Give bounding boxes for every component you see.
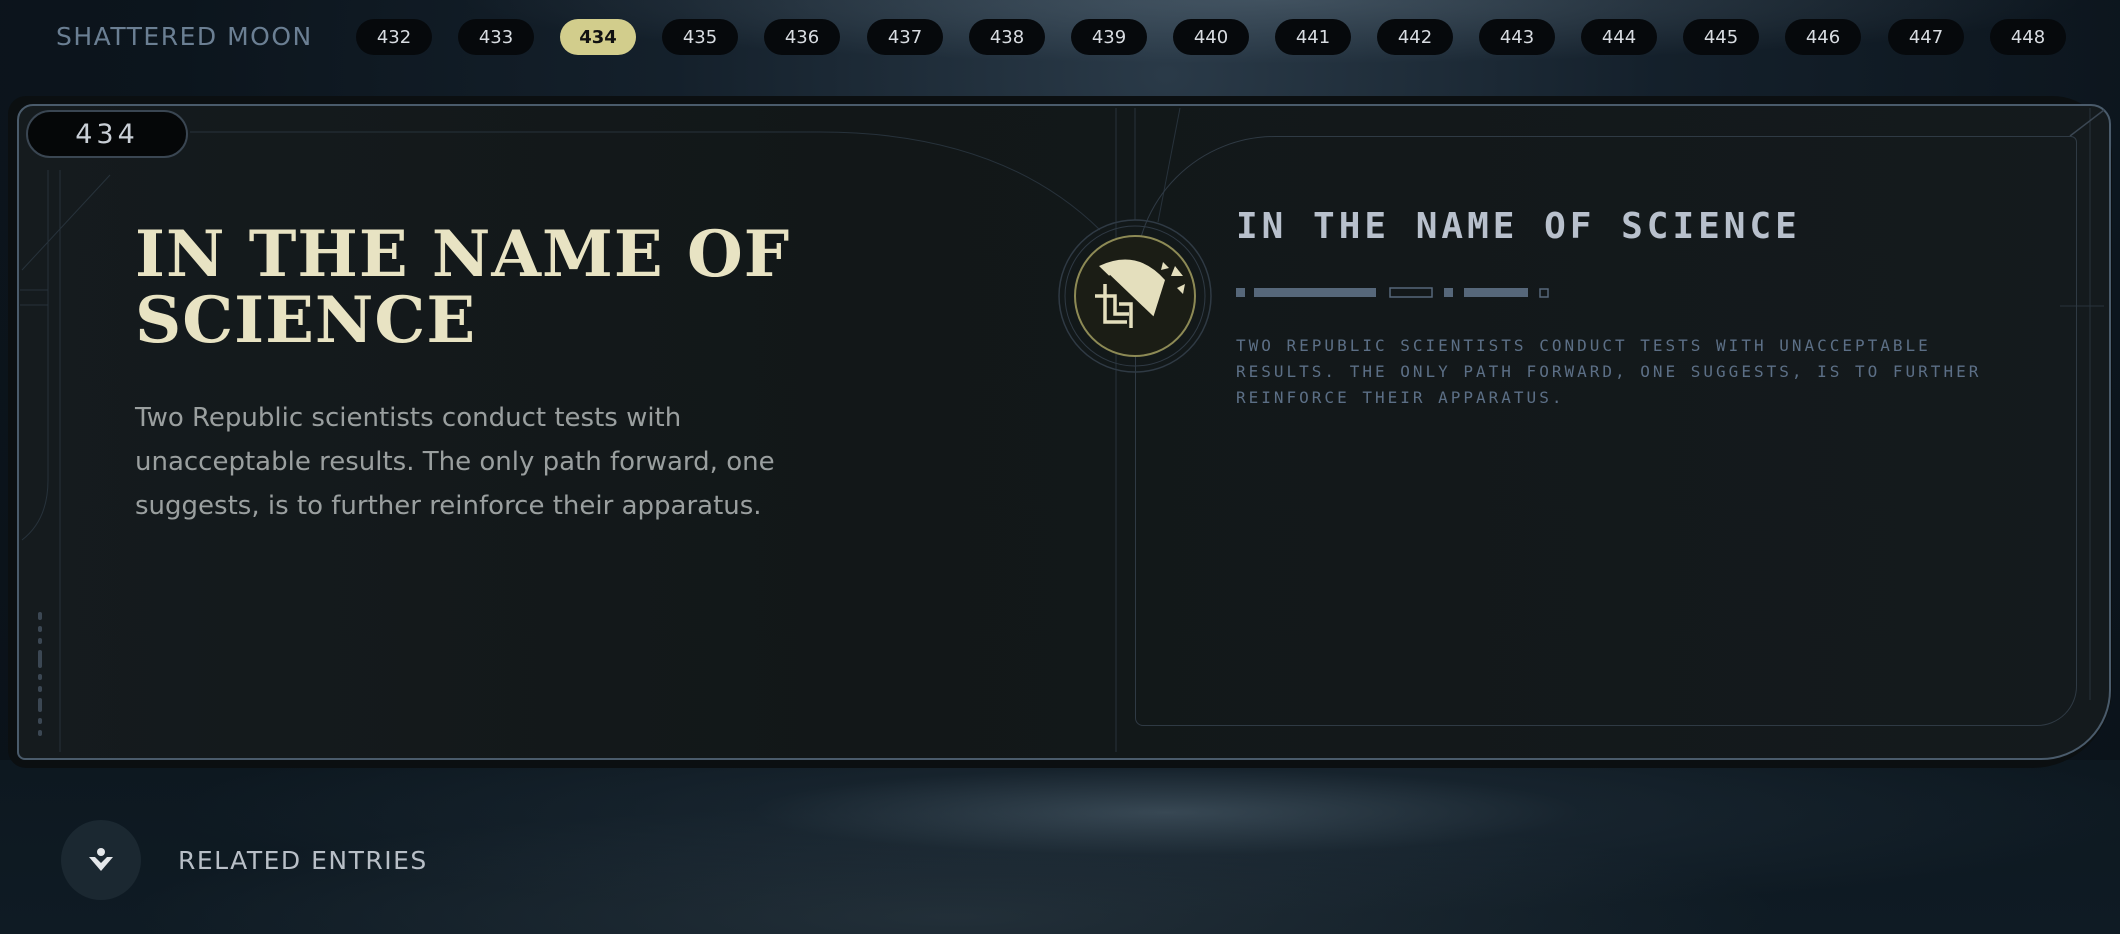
page-pill-433[interactable]: 433 — [458, 19, 534, 55]
entry-title: IN THE NAME OF SCIENCE — [135, 217, 791, 358]
page-pill-444[interactable]: 444 — [1581, 19, 1657, 55]
aurebesh-description: TWO REPUBLIC SCIENTISTS CONDUCT TESTS WI… — [1236, 336, 1982, 407]
entry-description: Two Republic scientists conduct tests wi… — [135, 403, 775, 521]
related-entries-button[interactable] — [61, 820, 141, 900]
related-entries-label[interactable]: RELATED ENTRIES — [178, 846, 428, 875]
entry-number-badge: 434 — [26, 110, 188, 158]
page-pill-443[interactable]: 443 — [1479, 19, 1555, 55]
page-pill-440[interactable]: 440 — [1173, 19, 1249, 55]
page-pill-446[interactable]: 446 — [1785, 19, 1861, 55]
page-pill-445[interactable]: 445 — [1683, 19, 1759, 55]
aurebesh-title: IN THE NAME OF SCIENCE — [1236, 206, 1801, 247]
brand-title: SHATTERED MOON — [56, 22, 313, 51]
page-pill-448[interactable]: 448 — [1990, 19, 2066, 55]
page-pill-442[interactable]: 442 — [1377, 19, 1453, 55]
page-pill-432[interactable]: 432 — [356, 19, 432, 55]
page-pill-437[interactable]: 437 — [867, 19, 943, 55]
page-pill-438[interactable]: 438 — [969, 19, 1045, 55]
page-pill-436[interactable]: 436 — [764, 19, 840, 55]
progress-bars — [1236, 285, 1556, 299]
page-pill-439[interactable]: 439 — [1071, 19, 1147, 55]
page-pill-435[interactable]: 435 — [662, 19, 738, 55]
page-pill-447[interactable]: 447 — [1888, 19, 1964, 55]
republic-science-emblem-icon — [1057, 218, 1213, 374]
related-entries-icon — [89, 848, 113, 871]
page-pill-434[interactable]: 434 — [560, 19, 636, 55]
page-pill-441[interactable]: 441 — [1275, 19, 1351, 55]
